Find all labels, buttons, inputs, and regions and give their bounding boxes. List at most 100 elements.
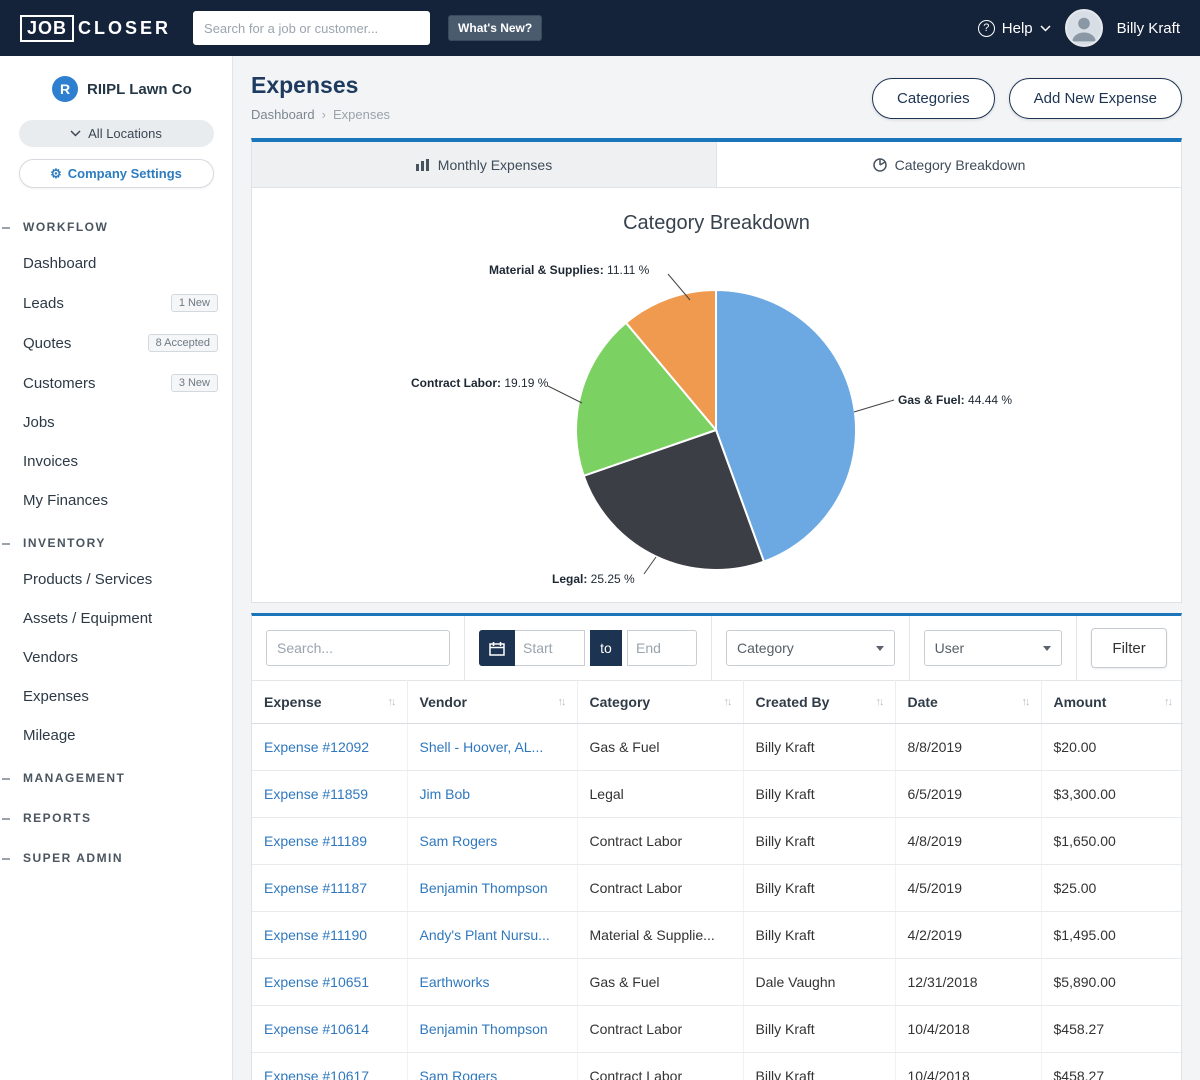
- sidebar-item-dashboard[interactable]: Dashboard: [0, 244, 232, 283]
- vendor-link[interactable]: Earthworks: [420, 974, 490, 990]
- column-header-amount[interactable]: Amount↑↓: [1041, 681, 1183, 724]
- sidebar-item-expenses[interactable]: Expenses: [0, 677, 232, 716]
- cell-date: 4/2/2019: [895, 912, 1041, 959]
- start-date-input[interactable]: [515, 630, 585, 666]
- cell-expense: Expense #11859: [252, 771, 407, 818]
- table-row: Expense #11190Andy's Plant Nursu...Mater…: [252, 912, 1183, 959]
- vendor-link[interactable]: Jim Bob: [420, 786, 471, 802]
- sidebar-item-mileage[interactable]: Mileage: [0, 716, 232, 755]
- whats-new-button[interactable]: What's New?: [448, 15, 542, 41]
- vendor-link[interactable]: Benjamin Thompson: [420, 1021, 548, 1037]
- column-header-date[interactable]: Date ↑↓: [895, 681, 1041, 724]
- category-select[interactable]: Category: [726, 630, 895, 666]
- sidebar-item-products-services[interactable]: Products / Services: [0, 560, 232, 599]
- expenses-chart-card: Monthly Expenses Category Breakdown Cate…: [251, 138, 1182, 603]
- help-menu[interactable]: ? Help: [978, 20, 1051, 37]
- sidebar-item-jobs[interactable]: Jobs: [0, 403, 232, 442]
- column-header-vendor[interactable]: Vendor↑↓: [407, 681, 577, 724]
- expense-link[interactable]: Expense #12092: [264, 739, 369, 755]
- sidebar-nav: WORKFLOW DashboardLeads1 NewQuotes8 Accep…: [0, 210, 232, 875]
- cell-date: 10/4/2018: [895, 1053, 1041, 1080]
- column-header-created-by[interactable]: Created By↑↓: [743, 681, 895, 724]
- all-locations-dropdown[interactable]: All Locations: [19, 120, 214, 147]
- column-header-label: Expense: [264, 694, 322, 710]
- expense-link[interactable]: Expense #11189: [264, 833, 367, 849]
- global-search-input[interactable]: [193, 11, 430, 45]
- sort-icon[interactable]: ↑↓: [388, 696, 395, 708]
- breadcrumb-separator-icon: ›: [322, 107, 326, 122]
- cell-created-by: Billy Kraft: [743, 1006, 895, 1053]
- chevron-down-icon: [70, 130, 81, 137]
- sort-icon[interactable]: ↑↓: [876, 696, 883, 708]
- sort-icon[interactable]: ↑↓: [558, 696, 565, 708]
- sidebar-section-super-admin[interactable]: SUPER ADMIN: [0, 841, 232, 875]
- cell-vendor: Sam Rogers: [407, 1053, 577, 1080]
- sidebar-section-inventory[interactable]: INVENTORY: [0, 526, 232, 560]
- title-block: Expenses Dashboard › Expenses: [251, 72, 390, 122]
- user-name[interactable]: Billy Kraft: [1117, 20, 1180, 37]
- locations-label: All Locations: [88, 126, 162, 141]
- cell-vendor: Andy's Plant Nursu...: [407, 912, 577, 959]
- expense-link[interactable]: Expense #11187: [264, 880, 367, 896]
- end-date-input[interactable]: [627, 630, 697, 666]
- cell-date: 4/5/2019: [895, 865, 1041, 912]
- expense-link[interactable]: Expense #10617: [264, 1068, 369, 1080]
- vendor-link[interactable]: Andy's Plant Nursu...: [420, 927, 550, 943]
- breadcrumb-dashboard[interactable]: Dashboard: [251, 107, 315, 122]
- sort-icon[interactable]: ↑↓: [1022, 696, 1029, 708]
- table-row: Expense #11859Jim BobLegalBilly Kraft6/5…: [252, 771, 1183, 818]
- table-row: Expense #10651EarthworksGas & FuelDale V…: [252, 959, 1183, 1006]
- caret-down-icon: [876, 646, 884, 651]
- sidebar-item-label: Leads: [23, 295, 64, 312]
- user-select-value: User: [935, 640, 965, 656]
- pie-chart: [571, 285, 861, 575]
- categories-button[interactable]: Categories: [872, 78, 995, 119]
- date-range-group: to: [479, 630, 697, 666]
- add-new-expense-button[interactable]: Add New Expense: [1009, 78, 1182, 119]
- sort-icon[interactable]: ↑↓: [1164, 696, 1171, 708]
- tab-monthly-expenses[interactable]: Monthly Expenses: [252, 142, 717, 187]
- sidebar-item-label: Expenses: [23, 688, 89, 705]
- cell-date: 6/5/2019: [895, 771, 1041, 818]
- sidebar-item-my-finances[interactable]: My Finances: [0, 481, 232, 520]
- app-logo[interactable]: JOB CLOSER: [20, 15, 171, 42]
- tab-category-breakdown[interactable]: Category Breakdown: [717, 142, 1181, 187]
- sidebar-section-reports[interactable]: REPORTS: [0, 801, 232, 835]
- calendar-button[interactable]: [479, 630, 515, 666]
- expense-link[interactable]: Expense #11190: [264, 927, 367, 943]
- sidebar-item-invoices[interactable]: Invoices: [0, 442, 232, 481]
- company-row[interactable]: R RIIPL Lawn Co: [0, 72, 232, 106]
- expense-link[interactable]: Expense #10651: [264, 974, 369, 990]
- filter-button[interactable]: Filter: [1091, 628, 1167, 668]
- sidebar-item-quotes[interactable]: Quotes8 Accepted: [0, 323, 232, 363]
- sidebar-item-vendors[interactable]: Vendors: [0, 638, 232, 677]
- table-search-input[interactable]: [266, 630, 450, 666]
- sidebar-section-workflow[interactable]: WORKFLOW: [0, 210, 232, 244]
- pie-label-legal: Legal: 25.25 %: [552, 572, 635, 586]
- column-header-category[interactable]: Category↑↓: [577, 681, 743, 724]
- vendor-link[interactable]: Sam Rogers: [420, 1068, 498, 1080]
- company-settings-button[interactable]: ⚙ Company Settings: [19, 159, 214, 188]
- expense-link[interactable]: Expense #11859: [264, 786, 368, 802]
- vendor-link[interactable]: Sam Rogers: [420, 833, 498, 849]
- sidebar-section-management[interactable]: MANAGEMENT: [0, 761, 232, 795]
- sort-icon[interactable]: ↑↓: [724, 696, 731, 708]
- user-avatar[interactable]: [1065, 9, 1103, 47]
- column-header-expense[interactable]: Expense ↑↓: [252, 681, 407, 724]
- sidebar-item-assets-equipment[interactable]: Assets / Equipment: [0, 599, 232, 638]
- vendor-link[interactable]: Shell - Hoover, AL...: [420, 739, 544, 755]
- expenses-table: Expense↑↓Vendor↑↓Category↑↓Created By↑↓D…: [252, 680, 1183, 1080]
- page-header: Expenses Dashboard › Expenses Categories…: [251, 72, 1182, 122]
- vendor-link[interactable]: Benjamin Thompson: [420, 880, 548, 896]
- sidebar-item-leads[interactable]: Leads1 New: [0, 283, 232, 323]
- user-select[interactable]: User: [924, 630, 1063, 666]
- breadcrumb-current: Expenses: [333, 107, 390, 122]
- expense-link[interactable]: Expense #10614: [264, 1021, 369, 1037]
- sidebar-item-customers[interactable]: Customers3 New: [0, 363, 232, 403]
- section-dash-icon: [2, 227, 10, 229]
- column-header-label: Date: [908, 694, 938, 710]
- tab-label: Category Breakdown: [895, 157, 1026, 173]
- cell-vendor: Benjamin Thompson: [407, 865, 577, 912]
- cell-expense: Expense #10614: [252, 1006, 407, 1053]
- sidebar-section-label: WORKFLOW: [23, 220, 108, 234]
